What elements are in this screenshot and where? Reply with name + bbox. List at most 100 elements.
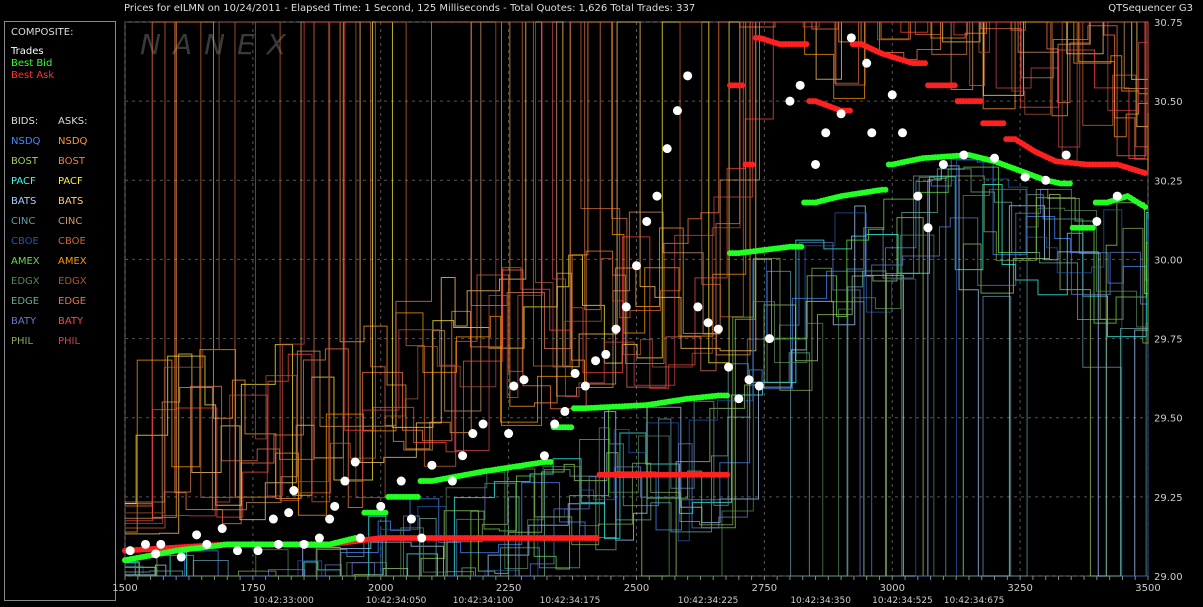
best-bid-point [382, 509, 389, 516]
trade-point [539, 451, 549, 461]
trade-point [406, 514, 416, 524]
trade-point [125, 546, 135, 556]
trade-point [887, 90, 897, 100]
trade-point [938, 159, 948, 169]
trade-point [273, 539, 283, 549]
trade-point [268, 514, 278, 524]
trade-point [253, 546, 263, 556]
trade-point [580, 381, 590, 391]
trade-point [176, 552, 186, 562]
trade-point [632, 261, 641, 271]
trade-point [289, 486, 299, 496]
trade-point [447, 476, 457, 486]
best-bid-point [1089, 224, 1096, 231]
time-label: 10:42:34:350 [790, 596, 851, 606]
trade-point [509, 381, 519, 391]
trade-point [504, 429, 514, 439]
trade-point [1092, 216, 1102, 226]
best-ask-point [921, 60, 928, 67]
trade-point [202, 539, 212, 549]
trade-point [314, 533, 324, 543]
trade-point [744, 375, 754, 385]
trade-point [570, 368, 580, 378]
time-label: 10:42:33:000 [253, 596, 314, 606]
trade-point [990, 153, 1000, 163]
trade-point [1061, 150, 1071, 160]
trade-point [836, 109, 846, 119]
best-ask-point [749, 161, 756, 168]
time-label: 10:42:34:175 [540, 596, 601, 606]
trade-point [913, 191, 923, 201]
trade-point [284, 508, 294, 518]
best-bid-point [1066, 180, 1073, 187]
x-tick-label: 3250 [1007, 583, 1032, 594]
trade-point [355, 533, 365, 543]
trade-point [233, 546, 243, 556]
trade-point [192, 530, 202, 540]
y-tick-label: 30.25 [1154, 176, 1183, 187]
trade-point [734, 394, 744, 404]
price-chart: NANEX30.7530.5030.2530.0029.7529.5029.25… [112, 18, 1183, 606]
trade-point [468, 429, 478, 439]
x-tick-label: 2500 [624, 583, 649, 594]
trade-point [703, 318, 713, 328]
best-ask-point [846, 107, 853, 114]
trade-point [795, 80, 805, 90]
trade-point [156, 539, 166, 549]
x-tick-label: 3000 [880, 583, 905, 594]
trade-point [601, 349, 611, 359]
best-bid-point [414, 493, 421, 500]
trade-point [713, 324, 723, 334]
trade-point [330, 501, 340, 511]
trade-point [340, 476, 350, 486]
x-tick-label: 1750 [240, 583, 265, 594]
trade-point [1041, 175, 1051, 185]
time-label: 10:42:34:100 [453, 596, 514, 606]
trade-point [550, 419, 560, 429]
trade-point [867, 128, 877, 138]
trade-point [140, 539, 150, 549]
trade-point [591, 356, 601, 366]
trade-point [846, 33, 856, 43]
y-tick-label: 29.00 [1154, 572, 1183, 583]
y-tick-label: 30.50 [1154, 97, 1183, 108]
best-ask-point [739, 82, 746, 89]
trade-point [325, 514, 335, 524]
best-bid-point [724, 392, 731, 399]
time-label: 10:42:34:050 [366, 596, 427, 606]
trade-point [396, 476, 406, 486]
trade-point [478, 419, 488, 429]
best-bid-point [568, 424, 575, 431]
time-label: 10:42:34:525 [872, 596, 933, 606]
best-bid-point [798, 243, 805, 250]
trade-point [693, 302, 703, 312]
x-tick-label: 1500 [112, 583, 137, 594]
trade-point [683, 71, 693, 81]
best-ask-point [803, 41, 810, 48]
trade-point [672, 106, 682, 116]
trade-point [821, 128, 831, 138]
best-bid-point [1142, 203, 1149, 210]
y-tick-label: 30.75 [1154, 18, 1183, 29]
trade-point [764, 334, 774, 344]
y-tick-label: 29.75 [1154, 335, 1183, 346]
trade-point [662, 144, 672, 154]
best-bid-point [882, 186, 889, 193]
trade-point [642, 216, 652, 226]
trade-point [754, 381, 764, 391]
trade-point [897, 128, 907, 138]
trade-point [1020, 172, 1030, 182]
best-ask-point [1000, 120, 1007, 127]
y-tick-label: 29.50 [1154, 414, 1183, 425]
trade-point [652, 191, 662, 201]
trade-point [299, 539, 309, 549]
trade-point [959, 150, 969, 160]
best-ask-point [1141, 170, 1148, 177]
trade-point [458, 451, 468, 461]
y-tick-label: 30.00 [1154, 255, 1183, 266]
trade-point [923, 223, 933, 233]
x-tick-label: 2000 [368, 583, 393, 594]
y-tick-label: 29.25 [1154, 493, 1183, 504]
trade-point [350, 457, 360, 467]
trade-point [427, 460, 437, 470]
